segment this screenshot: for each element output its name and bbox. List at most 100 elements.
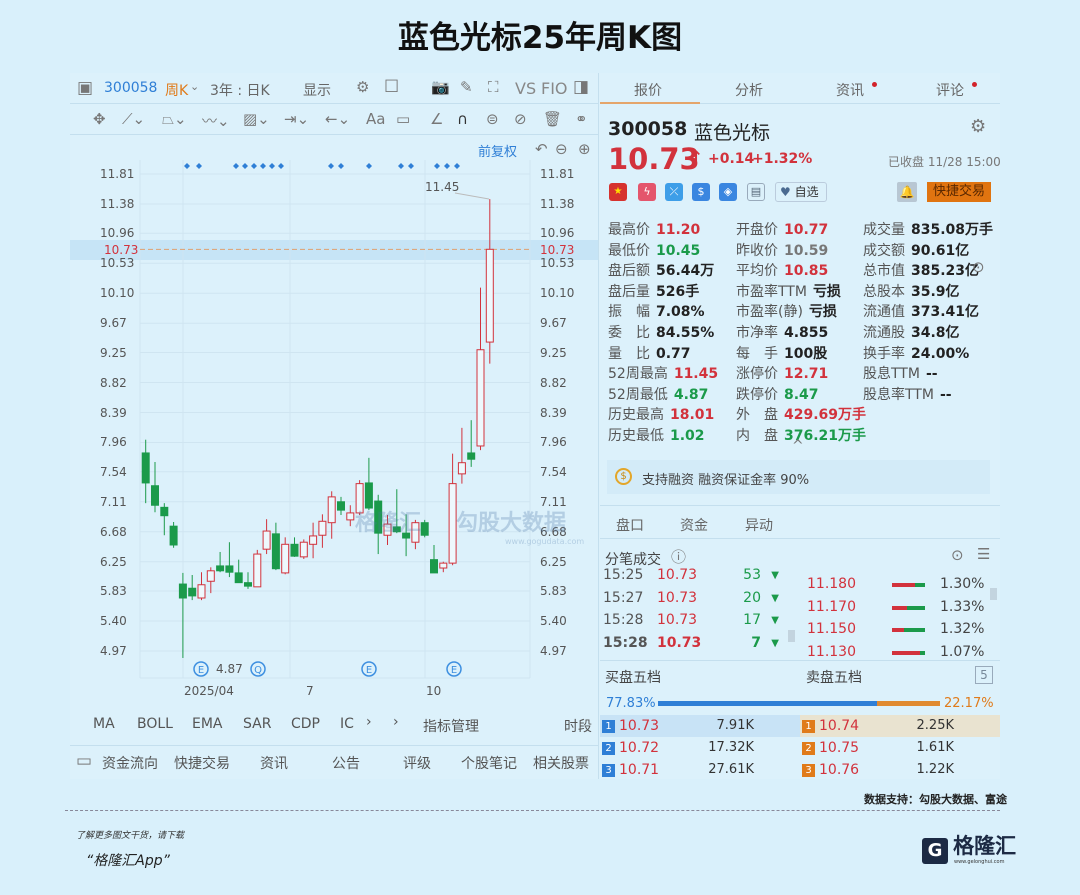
- event-dot: [366, 163, 372, 169]
- tab-quote[interactable]: 报价: [634, 80, 662, 100]
- candle-body: [476, 349, 485, 447]
- tab-news[interactable]: 资讯: [260, 753, 288, 773]
- info-icon[interactable]: ⓘ: [671, 546, 686, 567]
- y-tick-label: 5.83: [540, 584, 567, 599]
- expand-caret-icon[interactable]: ^: [792, 438, 804, 454]
- stat-label: 历史最低: [608, 428, 664, 444]
- indicator-boll[interactable]: BOLL: [137, 716, 173, 732]
- stat-value: 1.02: [670, 428, 705, 444]
- stat-item: 盘后量 526手: [608, 281, 699, 301]
- period-button[interactable]: 时段: [564, 716, 592, 736]
- indicator-ma[interactable]: MA: [93, 716, 115, 732]
- x-label: 7: [306, 684, 314, 698]
- stat-label: 52周最低: [608, 386, 668, 403]
- tab-order-book[interactable]: 盘口: [616, 515, 644, 535]
- event-dot: [434, 163, 440, 169]
- candle-body: [141, 452, 150, 484]
- chevron-right-icon[interactable]: ›: [393, 714, 399, 730]
- stat-item: 流通股 34.8亿: [863, 322, 960, 342]
- stat-value: 34.8亿: [911, 325, 960, 341]
- dollar-icon[interactable]: $: [692, 183, 710, 201]
- scrollbar[interactable]: [788, 630, 795, 642]
- tab-comments[interactable]: 评论: [936, 80, 964, 100]
- candlestick-chart[interactable]: EQEE: [0, 0, 600, 700]
- price-distribution-row: 11.170 1.33%: [807, 598, 985, 615]
- stat-label: 最高价: [608, 222, 650, 238]
- more-icon[interactable]: ⊙: [972, 258, 985, 276]
- more-icon[interactable]: ⊙: [951, 546, 964, 564]
- tab-news[interactable]: 资讯: [836, 80, 864, 100]
- y-tick-label: 7.54: [100, 464, 127, 479]
- candle-body: [178, 583, 187, 599]
- ask-ratio: 22.17%: [944, 696, 994, 711]
- candle-body: [151, 485, 159, 506]
- add-watchlist-button[interactable]: ♥ 自选: [775, 182, 827, 202]
- y-tick-label: 10.10: [540, 286, 575, 301]
- candle-body: [262, 530, 271, 550]
- bid-row[interactable]: 2 10.72 17.32K: [600, 737, 800, 759]
- stat-value: 24.00%: [911, 345, 970, 362]
- stat-value: 84.55%: [656, 325, 715, 341]
- margin-badge-icon[interactable]: ϟ: [638, 183, 656, 201]
- candle-body: [318, 520, 327, 536]
- ask-row[interactable]: 1 10.74 2.25K: [800, 715, 1000, 737]
- arrow-down-icon: ▼: [771, 615, 779, 627]
- quick-trade-button[interactable]: 快捷交易: [927, 182, 991, 202]
- candle-body: [299, 541, 308, 558]
- stat-item: 开盘价 10.77: [736, 219, 828, 239]
- indicator-cdp[interactable]: CDP: [291, 716, 320, 732]
- bell-icon[interactable]: 🔔: [897, 182, 917, 202]
- scrollbar[interactable]: [990, 588, 997, 600]
- ask-row[interactable]: 3 10.76 1.22K: [800, 759, 1000, 777]
- collapse-panel-icon[interactable]: ▭: [76, 751, 92, 771]
- heart-icon: ♥: [780, 185, 791, 199]
- tab-ratings[interactable]: 评级: [403, 753, 431, 773]
- chevron-right-icon[interactable]: ›: [366, 714, 372, 730]
- tab-related-stocks[interactable]: 相关股票: [533, 753, 589, 773]
- tab-announcements[interactable]: 公告: [332, 753, 360, 773]
- connect-badge-icon[interactable]: ⤫: [665, 183, 683, 201]
- settings-icon[interactable]: ⚙: [970, 116, 986, 137]
- tab-fund-flow[interactable]: 资金流向: [102, 753, 158, 773]
- tab-quick-trade[interactable]: 快捷交易: [174, 753, 230, 773]
- tab-notes[interactable]: 个股笔记: [461, 753, 517, 773]
- stat-item: 换手率 24.00%: [863, 343, 969, 363]
- margin-info-box: $ 支持融资 融资保证金率 90%: [607, 460, 990, 494]
- y-tick-label: 9.67: [100, 316, 127, 331]
- candle-body: [160, 506, 169, 517]
- promo-text: 了解更多图文干货，请下载: [76, 831, 185, 841]
- stat-item: 量 比 0.77: [608, 343, 691, 363]
- coin-icon: $: [615, 468, 632, 485]
- bid-row[interactable]: 1 10.73 7.91K: [600, 715, 800, 737]
- indicator-ic[interactable]: IC: [340, 716, 354, 732]
- stat-label: 最低价: [608, 242, 650, 259]
- list-icon[interactable]: ☰: [977, 545, 990, 563]
- tab-movement[interactable]: 异动: [745, 515, 773, 535]
- event-marker-label: E: [366, 665, 372, 676]
- stat-value: 100股: [784, 345, 828, 362]
- y-tick-label: 10.96: [540, 226, 575, 241]
- event-dot: [408, 163, 414, 169]
- tab-analysis[interactable]: 分析: [735, 80, 763, 100]
- y-tick-label: 8.82: [540, 375, 567, 390]
- tab-capital[interactable]: 资金: [680, 515, 708, 535]
- stat-label: 流通值: [863, 304, 905, 321]
- indicator-ema[interactable]: EMA: [192, 716, 223, 732]
- note-icon[interactable]: ▤: [747, 183, 765, 201]
- stat-item: 市盈率(静) 亏损: [736, 301, 837, 321]
- stat-label: 52周最高: [608, 366, 668, 383]
- y-tick-label: 9.25: [540, 345, 567, 360]
- stat-item: 最低价 10.45: [608, 240, 700, 260]
- candle-body: [439, 562, 448, 569]
- tag-icon[interactable]: ◈: [719, 183, 737, 201]
- ask-row[interactable]: 2 10.75 1.61K: [800, 737, 1000, 759]
- y-tick-label: 10.10: [100, 286, 135, 301]
- depth-selector[interactable]: 5: [975, 666, 993, 684]
- candle-body: [206, 570, 215, 582]
- tick-list[interactable]: 15:25 10.73 53 ▼ 15:27 10.73 20 ▼ 15:28 10.73 17 ▼ 1…: [600, 568, 1000, 660]
- unread-dot: [872, 82, 877, 87]
- indicator-manage-link[interactable]: 指标管理: [423, 716, 479, 736]
- stat-item: 涨停价 12.71: [736, 363, 828, 383]
- indicator-sar[interactable]: SAR: [243, 716, 271, 732]
- bid-row[interactable]: 3 10.71 27.61K: [600, 759, 800, 777]
